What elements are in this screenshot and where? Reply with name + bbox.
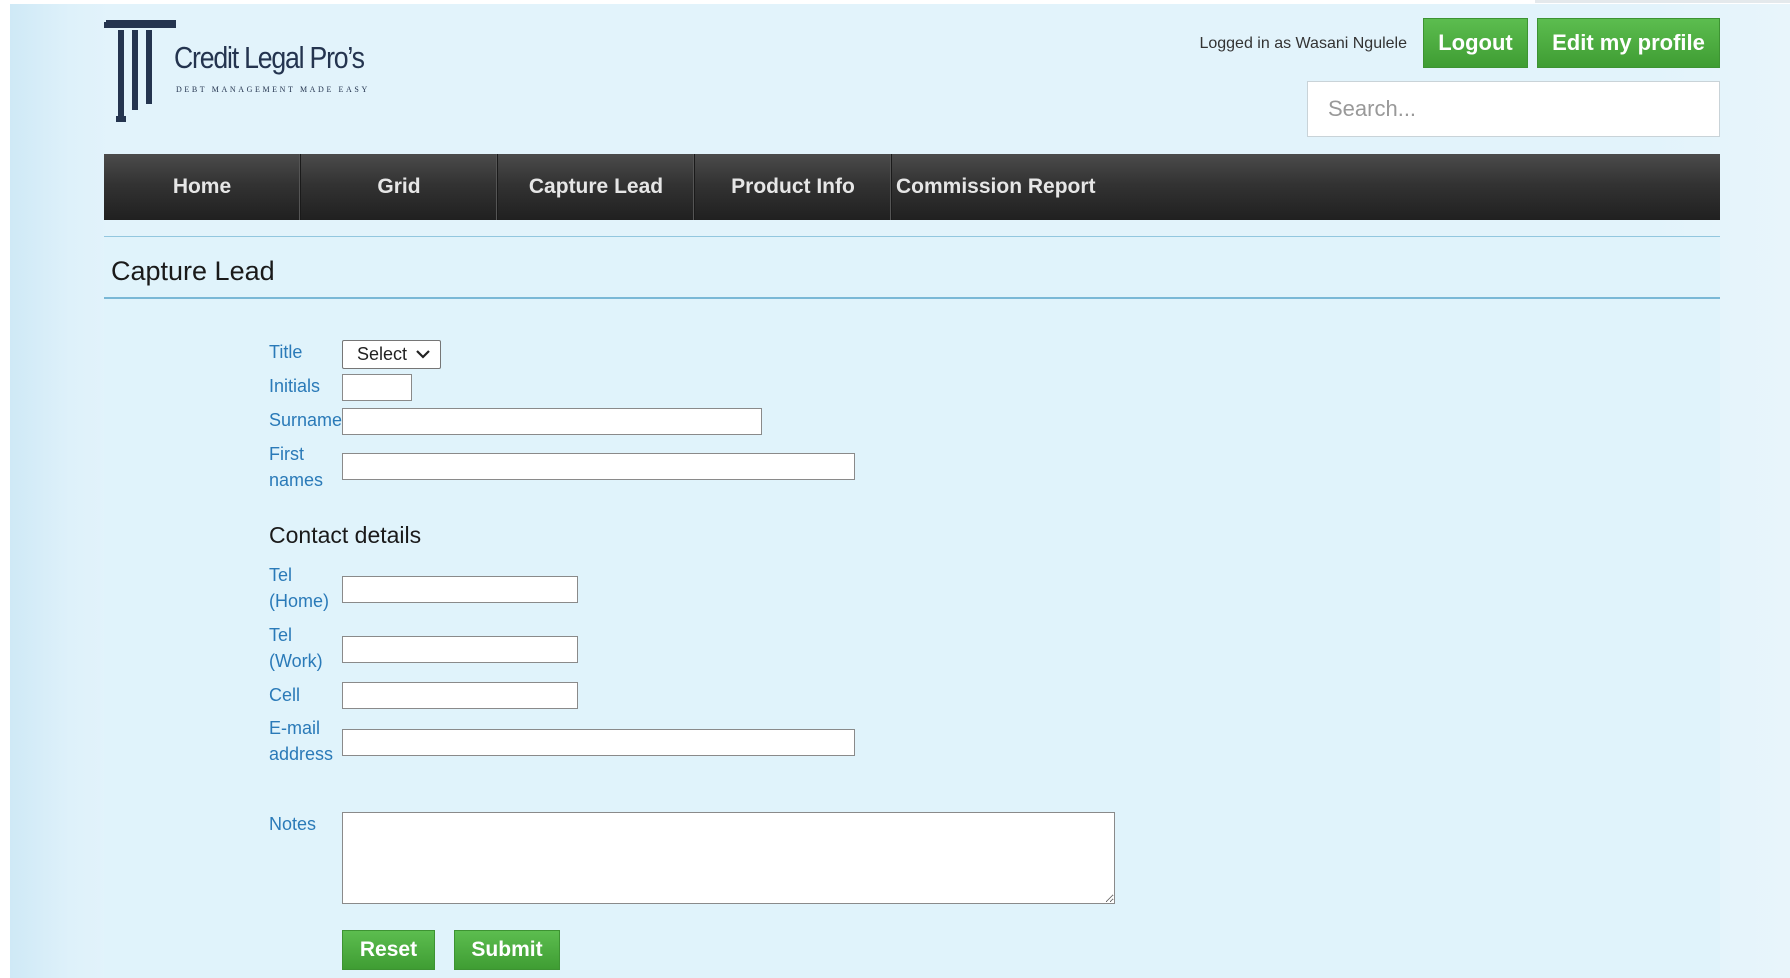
initials-input[interactable] [342, 374, 412, 401]
nav-item-capture-lead[interactable]: Capture Lead [498, 154, 695, 220]
chevron-down-icon [416, 350, 430, 359]
submit-button[interactable]: Submit [454, 930, 560, 970]
cell-label: Cell [269, 685, 301, 705]
edit-profile-button[interactable]: Edit my profile [1537, 18, 1720, 68]
initials-label: Initials [269, 376, 321, 396]
title-label: Title [269, 342, 303, 362]
title-select-value: Select [357, 344, 408, 364]
search-input[interactable] [1307, 81, 1720, 137]
brand-tagline: DEBT MANAGEMENT MADE EASY [176, 85, 370, 94]
nav-item-grid[interactable]: Grid [301, 154, 498, 220]
title-select[interactable]: Select [342, 340, 441, 369]
title-top-divider [104, 236, 1720, 237]
pillar-logo-icon [104, 20, 176, 122]
top-edge-line [1535, 0, 1790, 3]
tel-home-input[interactable] [342, 576, 578, 603]
tel-home-label: Tel (Home) [269, 565, 330, 611]
tel-work-label: Tel (Work) [269, 625, 323, 671]
nav-item-product-info[interactable]: Product Info [695, 154, 892, 220]
notes-textarea[interactable] [342, 812, 1115, 904]
email-input[interactable] [342, 729, 855, 756]
email-label: E-mail address [269, 718, 334, 764]
brand-name: Credit Legal Pro’s [174, 40, 365, 75]
first-names-input[interactable] [342, 453, 855, 480]
tel-work-input[interactable] [342, 636, 578, 663]
brand-logo[interactable]: Credit Legal Pro’s DEBT MANAGEMENT MADE … [104, 20, 384, 122]
surname-input[interactable] [342, 408, 762, 435]
notes-label: Notes [269, 814, 317, 834]
cell-input[interactable] [342, 682, 578, 709]
nav-item-commission-report[interactable]: Commission Report [892, 154, 1096, 220]
reset-button[interactable]: Reset [342, 930, 435, 970]
contact-details-heading: Contact details [269, 522, 422, 548]
first-names-label: First names [269, 444, 324, 490]
main-nav: Home Grid Capture Lead Product Info Comm… [104, 154, 1720, 220]
nav-item-home[interactable]: Home [104, 154, 301, 220]
logout-button[interactable]: Logout [1423, 18, 1528, 68]
logged-in-user: Logged in as Wasani Ngulele [1199, 35, 1407, 52]
surname-label: Surname [269, 410, 343, 430]
title-bottom-divider [104, 297, 1720, 299]
page-title: Capture Lead [111, 256, 275, 286]
